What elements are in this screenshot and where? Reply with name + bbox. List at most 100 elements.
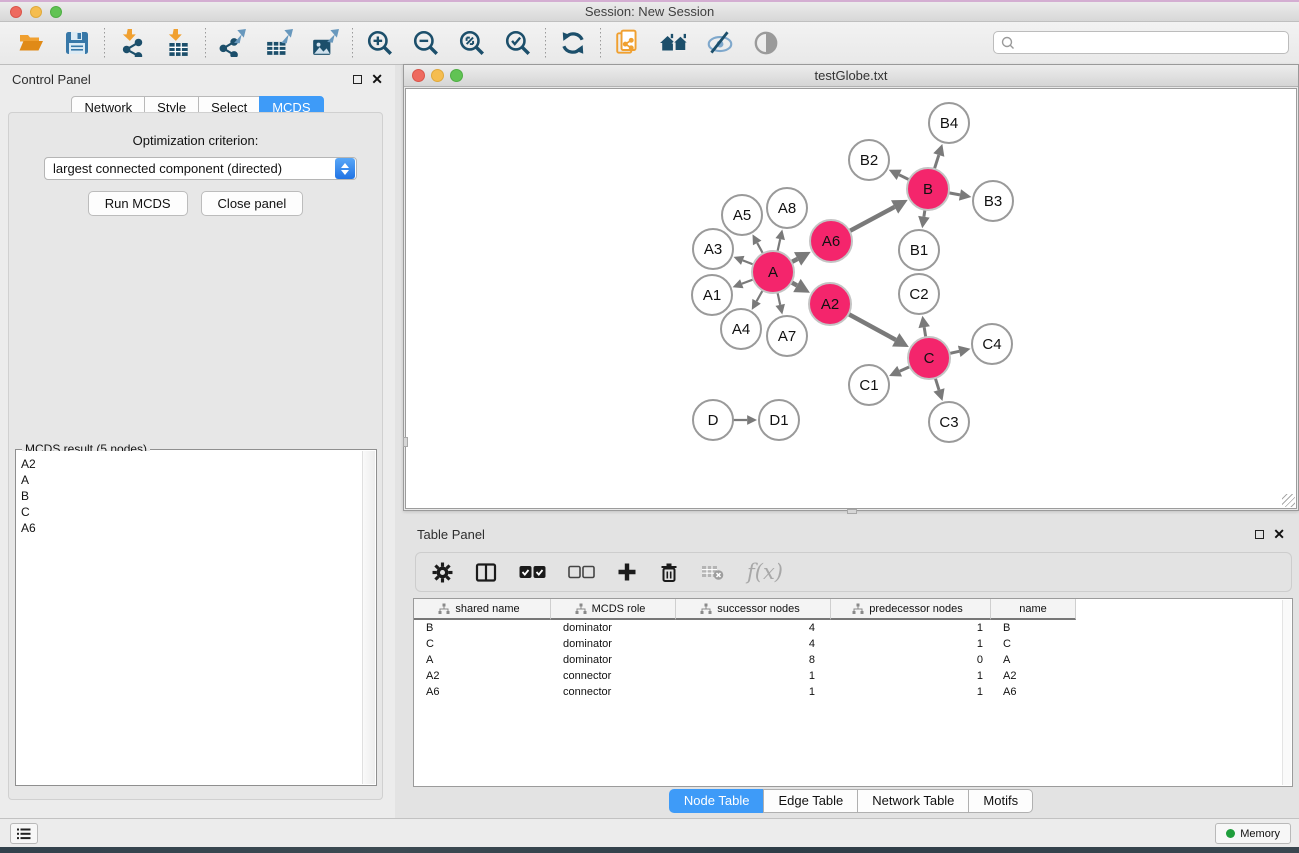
delete-table-icon[interactable]: [701, 563, 725, 581]
task-history-button[interactable]: [10, 823, 38, 844]
network-minimize-button[interactable]: [431, 69, 444, 82]
svg-text:A3: A3: [704, 241, 722, 258]
table-row[interactable]: Bdominator41B: [414, 620, 1292, 636]
hide-selected-icon[interactable]: [701, 26, 739, 60]
main-toolbar: [0, 22, 1299, 65]
graph-node-D1[interactable]: D1: [759, 400, 799, 440]
close-panel-button[interactable]: Close panel: [201, 191, 304, 216]
cell-shared_name: A2: [414, 670, 551, 682]
column-header-shared-name[interactable]: shared name: [414, 599, 551, 620]
graph-node-C4[interactable]: C4: [972, 324, 1012, 364]
graph-node-B2[interactable]: B2: [849, 140, 889, 180]
network-graph[interactable]: A A1 A2 A3 A4 A5 A6 A7 A8 B B1 B2 B3 B4 C C1 C2 C3C4 D D1: [406, 89, 1296, 508]
memory-button[interactable]: Memory: [1215, 823, 1291, 844]
close-panel-icon[interactable]: ✕: [371, 74, 383, 84]
mcds-result-item[interactable]: C: [21, 504, 362, 520]
table-row[interactable]: Cdominator41C: [414, 636, 1292, 652]
network-view-window: testGlobe.txt A A1 A2 A3 A4 A5 A6 A7 A8 B B1 B2 B3 B4…: [403, 64, 1299, 511]
export-network-icon[interactable]: [214, 26, 252, 60]
table-header-row: shared nameMCDS rolesuccessor nodesprede…: [414, 599, 1292, 620]
graph-node-A8[interactable]: A8: [767, 188, 807, 228]
import-table-icon[interactable]: [159, 26, 197, 60]
open-folder-icon[interactable]: [12, 26, 50, 60]
column-header-name[interactable]: name: [991, 599, 1076, 620]
deselect-all-icon[interactable]: [568, 565, 595, 579]
column-header-successor-nodes[interactable]: successor nodes: [676, 599, 831, 620]
network-zoom-button[interactable]: [450, 69, 463, 82]
graph-node-B1[interactable]: B1: [899, 230, 939, 270]
column-header-predecessor-nodes[interactable]: predecessor nodes: [831, 599, 991, 620]
graph-node-C[interactable]: C: [908, 337, 950, 379]
graph-node-A[interactable]: A: [752, 251, 794, 293]
graph-node-A5[interactable]: A5: [722, 195, 762, 235]
search-input[interactable]: [1019, 33, 1288, 52]
graph-node-A2[interactable]: A2: [809, 283, 851, 325]
function-builder-icon[interactable]: f(x): [747, 560, 783, 584]
tab-motifs[interactable]: Motifs: [968, 789, 1033, 813]
show-selected-icon[interactable]: [747, 26, 785, 60]
svg-text:A8: A8: [778, 200, 796, 217]
graph-node-A7[interactable]: A7: [767, 316, 807, 356]
resize-grip-icon[interactable]: [1282, 494, 1295, 507]
export-table-icon[interactable]: [260, 26, 298, 60]
zoom-out-icon[interactable]: [407, 26, 445, 60]
float-panel-icon[interactable]: [1255, 530, 1264, 539]
cell-shared_name: C: [414, 638, 551, 650]
graph-node-A4[interactable]: A4: [721, 309, 761, 349]
graph-node-C2[interactable]: C2: [899, 274, 939, 314]
gear-icon[interactable]: [432, 562, 453, 583]
float-panel-icon[interactable]: [353, 75, 362, 84]
graph-node-C1[interactable]: C1: [849, 365, 889, 405]
select-all-icon[interactable]: [519, 565, 546, 579]
search-field[interactable]: [993, 31, 1289, 54]
mcds-result-item[interactable]: A2: [21, 456, 362, 472]
tab-edge-table[interactable]: Edge Table: [763, 789, 858, 813]
tab-network-table[interactable]: Network Table: [857, 789, 969, 813]
graph-node-B4[interactable]: B4: [929, 103, 969, 143]
svg-text:B3: B3: [984, 193, 1002, 210]
zoom-fit-icon[interactable]: [453, 26, 491, 60]
add-column-icon[interactable]: [617, 562, 637, 582]
zoom-in-icon[interactable]: [361, 26, 399, 60]
zoom-selected-icon[interactable]: [499, 26, 537, 60]
graph-node-A6[interactable]: A6: [810, 220, 852, 262]
graph-node-D[interactable]: D: [693, 400, 733, 440]
import-network-icon[interactable]: [113, 26, 151, 60]
close-panel-icon[interactable]: ✕: [1273, 529, 1285, 539]
mcds-result-box: MCDS result (5 nodes) A2ABCA6: [15, 449, 377, 786]
table-row[interactable]: A2connector11A2: [414, 668, 1292, 684]
cell-name: A6: [991, 686, 1076, 698]
session-network-icon[interactable]: [609, 26, 647, 60]
save-session-icon[interactable]: [58, 26, 96, 60]
mcds-result-item[interactable]: A6: [21, 520, 362, 536]
graph-node-B[interactable]: B: [907, 168, 949, 210]
mcds-result-item[interactable]: A: [21, 472, 362, 488]
network-close-button[interactable]: [412, 69, 425, 82]
graph-node-C3[interactable]: C3: [929, 402, 969, 442]
mcds-result-item[interactable]: B: [21, 488, 362, 504]
export-image-icon[interactable]: [306, 26, 344, 60]
graph-node-B3[interactable]: B3: [973, 181, 1013, 221]
columns-icon[interactable]: [475, 562, 497, 583]
svg-text:B1: B1: [910, 242, 928, 259]
svg-text:A7: A7: [778, 328, 796, 345]
mcds-list-scrollbar[interactable]: [362, 451, 375, 784]
divider-handle-left[interactable]: [403, 437, 408, 447]
memory-status-icon: [1226, 829, 1235, 838]
run-mcds-button[interactable]: Run MCDS: [88, 191, 188, 216]
table-row[interactable]: Adominator80A: [414, 652, 1292, 668]
graph-edge-arrowhead: [933, 388, 944, 401]
delete-column-icon[interactable]: [659, 562, 679, 583]
refresh-icon[interactable]: [554, 26, 592, 60]
divider-handle-bottom[interactable]: [847, 509, 857, 514]
graph-node-A1[interactable]: A1: [692, 275, 732, 315]
table-row[interactable]: A6connector11A6: [414, 684, 1292, 700]
network-canvas[interactable]: A A1 A2 A3 A4 A5 A6 A7 A8 B B1 B2 B3 B4 C C1 C2 C3C4 D D1: [405, 88, 1297, 509]
tab-node-table[interactable]: Node Table: [669, 789, 765, 813]
table-scrollbar[interactable]: [1282, 600, 1291, 785]
network-window-titlebar[interactable]: testGlobe.txt: [404, 65, 1298, 87]
column-header-MCDS-role[interactable]: MCDS role: [551, 599, 676, 620]
home-network-icon[interactable]: [655, 26, 693, 60]
criterion-dropdown[interactable]: largest connected component (directed): [44, 157, 357, 180]
graph-node-A3[interactable]: A3: [693, 229, 733, 269]
